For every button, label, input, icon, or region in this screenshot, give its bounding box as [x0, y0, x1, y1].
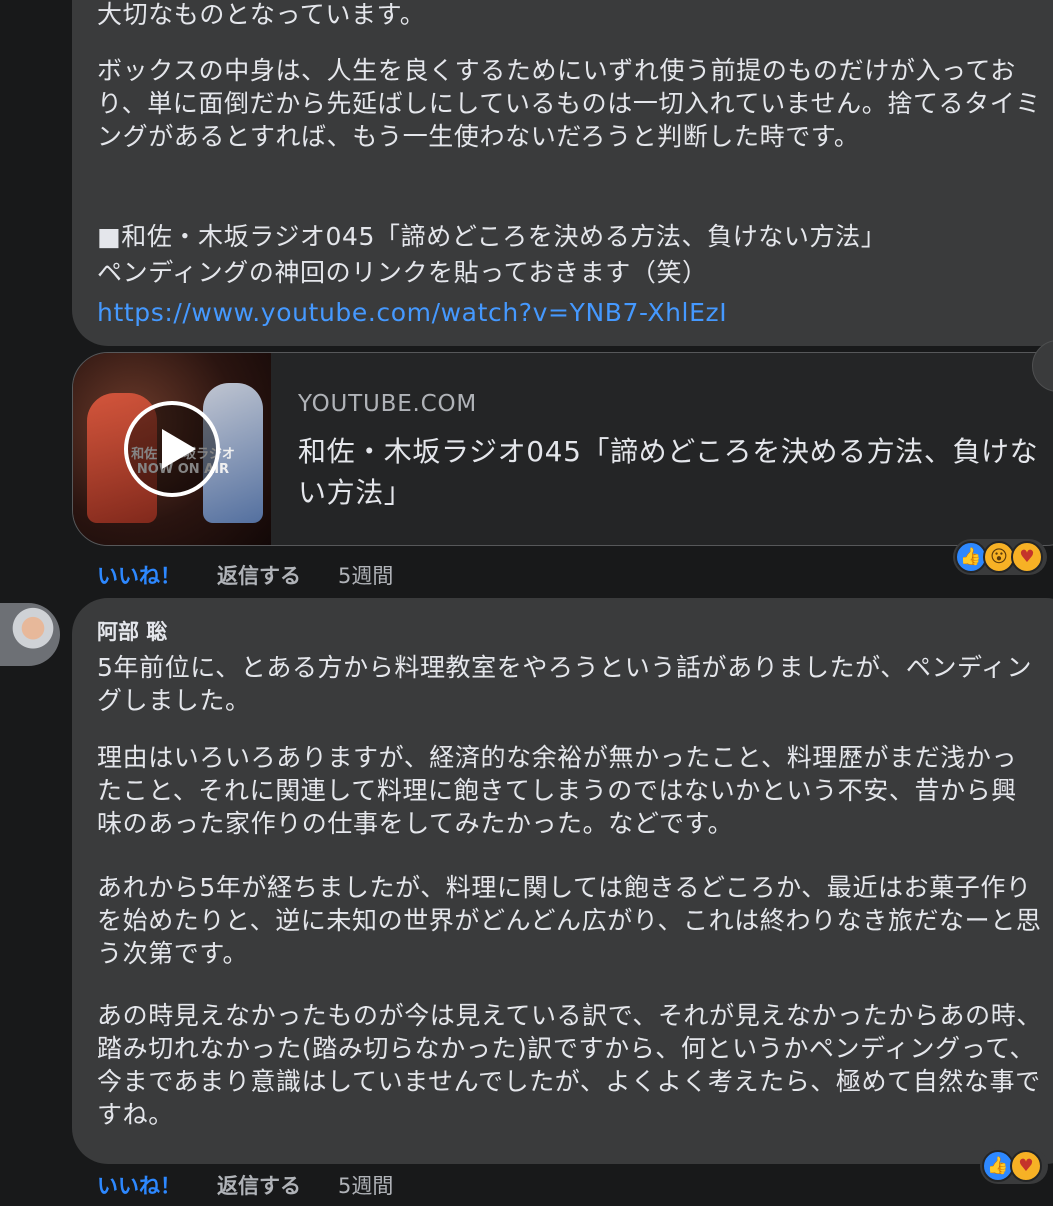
comment-author[interactable]: 阿部 聡: [97, 616, 167, 646]
comment-text: 理由はいろいろありますが、経済的な余裕が無かったこと、料理歴がまだ浅かったこと、…: [97, 743, 1018, 838]
reply-button[interactable]: 返信する: [217, 560, 301, 590]
avatar[interactable]: [0, 603, 60, 666]
comment-text: 5年前位に、とある方から料理教室をやろうという話がありましたが、ペンディングしま…: [97, 653, 1033, 715]
comment-text: ペンディングの神回のリンクを貼っておきます（笑）: [97, 258, 708, 287]
comment-text: ボックスの中身は、人生を良くするためにいずれ使う前提のものだけが入っており、単に…: [97, 56, 1041, 151]
reply-button[interactable]: 返信する: [217, 1170, 301, 1200]
like-button[interactable]: いいね！: [97, 1170, 181, 1200]
care-icon: ♥: [1010, 1150, 1042, 1182]
reaction-summary[interactable]: 👍 😮 ♥: [953, 539, 1047, 575]
timestamp[interactable]: 5週間: [338, 1170, 393, 1200]
comment-bubble: [72, 0, 1053, 346]
comment-text: ■和佐・木坂ラジオ045「諦めどころを決める方法、負けない方法」: [97, 222, 887, 251]
youtube-link[interactable]: https://www.youtube.com/watch?v=YNB7-Xhl…: [97, 296, 1042, 329]
video-thumbnail[interactable]: 和佐・木坂ラジオ NOW ON AIR: [73, 353, 271, 545]
comment-text: あの時見えなかったものが今は見えている訳で、それが見えなかったからあの時、踏み切…: [97, 1001, 1042, 1129]
timestamp[interactable]: 5週間: [338, 560, 393, 590]
comment-text: 大切なものとなっています。: [97, 0, 426, 29]
link-preview-card[interactable]: 和佐・木坂ラジオ NOW ON AIR YOUTUBE.COM 和佐・木坂ラジオ…: [72, 352, 1053, 546]
like-button[interactable]: いいね！: [97, 560, 181, 590]
play-icon[interactable]: [124, 401, 220, 497]
care-icon: ♥: [1011, 541, 1043, 573]
preview-domain: YOUTUBE.COM: [298, 391, 478, 417]
preview-title[interactable]: 和佐・木坂ラジオ045「諦めどころを決める方法、負けない方法」: [298, 431, 1053, 513]
reaction-summary[interactable]: 👍 ♥: [980, 1148, 1048, 1184]
comment-text: あれから5年が経ちましたが、料理に関しては飽きるどころか、最近はお菓子作りを始め…: [97, 873, 1042, 968]
